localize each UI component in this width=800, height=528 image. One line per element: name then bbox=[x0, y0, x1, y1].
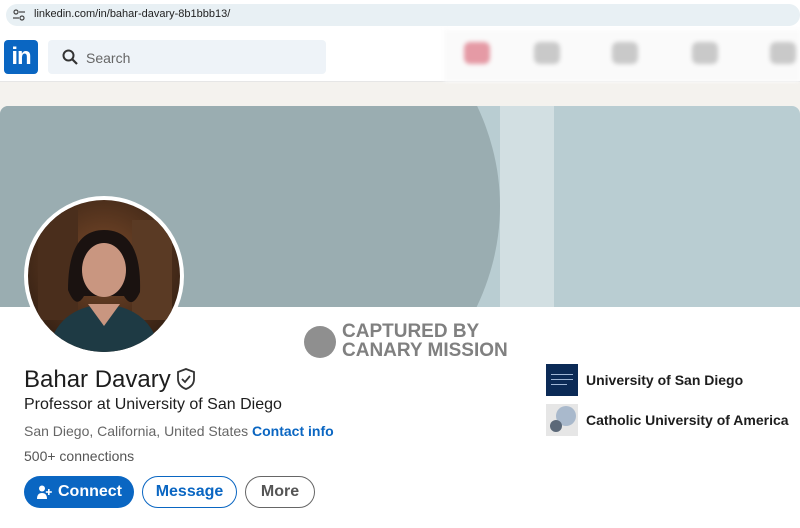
watermark-line1: CAPTURED BY bbox=[342, 321, 480, 342]
contact-info-link[interactable]: Contact info bbox=[252, 423, 334, 439]
watermark: CAPTURED BY CANARY MISSION bbox=[304, 322, 524, 362]
watermark-line2: CANARY MISSION bbox=[342, 340, 508, 361]
profile-headline: Professor at University of San Diego bbox=[24, 396, 282, 413]
more-label: More bbox=[260, 483, 300, 500]
search-input[interactable]: Search bbox=[86, 50, 130, 66]
more-button[interactable]: More bbox=[245, 476, 315, 508]
url-text[interactable]: linkedin.com/in/bahar-davary-8b1bbb13/ bbox=[34, 8, 230, 20]
search-icon bbox=[62, 49, 78, 65]
search-box[interactable]: Search bbox=[48, 40, 326, 74]
profile-photo bbox=[28, 200, 180, 352]
message-button[interactable]: Message bbox=[142, 476, 237, 508]
education-name: University of San Diego bbox=[586, 372, 744, 388]
blurred-nav-icon bbox=[612, 42, 638, 64]
canary-icon bbox=[304, 326, 336, 358]
verified-shield-icon[interactable] bbox=[176, 368, 196, 390]
usd-logo-icon bbox=[546, 364, 578, 396]
cover-strip bbox=[500, 106, 554, 307]
profile-location: San Diego, California, United States · bbox=[24, 423, 257, 439]
blurred-nav-icon bbox=[464, 42, 490, 64]
site-settings-icon[interactable] bbox=[12, 9, 26, 21]
connect-label: Connect bbox=[58, 483, 122, 500]
profile-name: Bahar Davary bbox=[24, 366, 171, 393]
blurred-nav-icon bbox=[692, 42, 718, 64]
blurred-nav-icon bbox=[534, 42, 560, 64]
education-name: Catholic University of America bbox=[586, 412, 789, 428]
browser-address-bar: linkedin.com/in/bahar-davary-8b1bbb13/ bbox=[0, 0, 800, 30]
add-person-icon bbox=[37, 485, 52, 499]
blurred-nav-icons bbox=[444, 30, 800, 82]
connections-count[interactable]: 500+ connections bbox=[24, 448, 134, 464]
message-label: Message bbox=[155, 483, 224, 500]
profile-avatar[interactable] bbox=[24, 196, 184, 356]
connect-button[interactable]: Connect bbox=[24, 476, 134, 508]
linkedin-logo[interactable]: in bbox=[4, 40, 38, 74]
top-navbar: in Search bbox=[0, 30, 800, 82]
cua-logo-icon bbox=[546, 404, 578, 436]
blurred-nav-icon bbox=[770, 42, 796, 64]
